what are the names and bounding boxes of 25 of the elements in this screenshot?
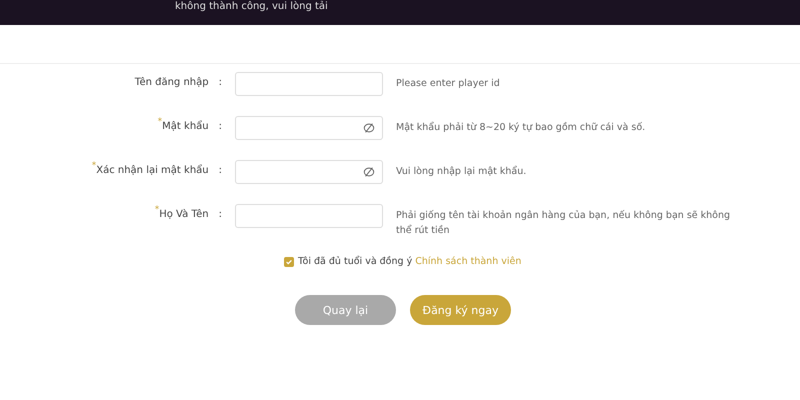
agree-checkbox[interactable]: [284, 256, 294, 266]
field-hint: Vui lòng nhập lại mật khẩu.: [396, 164, 528, 179]
policy-link[interactable]: Chính sách thành viên: [415, 256, 522, 267]
field-hint: Mật khẩu phải từ 8~20 ký tự bao gồm chữ cái và số.: [396, 120, 646, 135]
input-field[interactable]: [235, 116, 383, 140]
field-hint: Phải giống tên tài khoản ngân hàng của bạn, nếu không bạn sẽ không thể rút tiền: [396, 209, 732, 238]
required-mark: *: [158, 117, 162, 127]
required-mark: *: [154, 205, 160, 215]
label-colon: :: [218, 121, 222, 132]
back-button[interactable]: Quay lại: [295, 295, 396, 325]
field-label: Xác nhận lại mật khẩu: [96, 165, 209, 176]
required-mark: *: [92, 161, 96, 171]
label-colon: :: [218, 209, 222, 220]
field-label: Tên đăng nhập: [134, 77, 209, 88]
input-field[interactable]: [235, 160, 383, 184]
field-label: Họ Và Tên: [159, 209, 209, 220]
input-field[interactable]: [235, 204, 383, 228]
label-colon: :: [218, 165, 222, 176]
field-hint: Please enter player id: [396, 77, 501, 91]
field-label: Mật khẩu: [162, 121, 209, 132]
notice-text: không thành công, vui lòng tải: [175, 1, 328, 13]
input-field[interactable]: [235, 72, 383, 96]
agree-text: Tôi đã đủ tuổi và đồng ý Chính sách thành viên: [298, 256, 522, 267]
label-colon: :: [218, 77, 222, 88]
register-button[interactable]: Đăng ký ngay: [410, 295, 511, 325]
